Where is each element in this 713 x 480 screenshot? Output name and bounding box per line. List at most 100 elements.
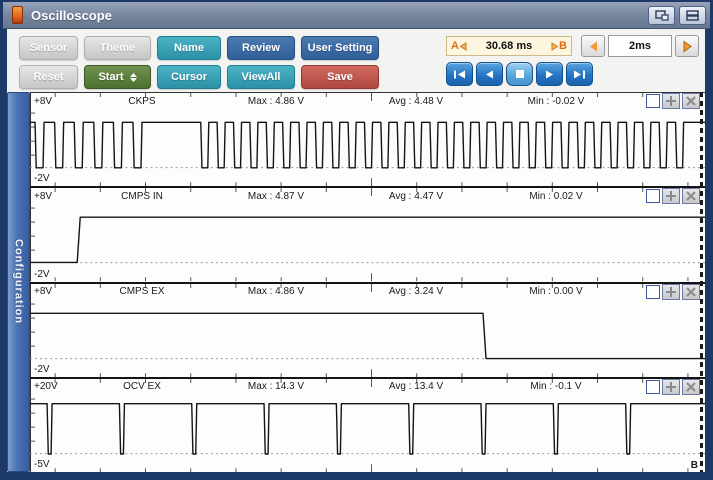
oscilloscope-window: Oscilloscope Sensor Theme Name Review Us… [0,0,713,480]
channel-controls [626,188,705,205]
triangle-left-icon [459,41,467,51]
timebase-selector: 2ms [581,35,699,57]
channel-vmin-label: -5V [34,459,50,470]
channel-zoom-button[interactable] [662,283,680,300]
toolbar-button-grid: Sensor Theme Name Review User Setting Re… [19,36,379,89]
save-button[interactable]: Save [301,65,379,89]
timebase-decrease-button[interactable] [581,35,605,57]
plus-icon [666,96,676,106]
cursor-b-marker: B [690,460,698,471]
ab-time-readout: A 30.68 ms B [446,36,572,56]
start-button[interactable]: Start [84,65,151,89]
stop-button[interactable] [506,62,533,86]
review-button[interactable]: Review [227,36,295,60]
channel-close-button[interactable] [682,93,700,109]
channel-name: OCV EX [123,381,161,393]
user-setting-button[interactable]: User Setting [301,36,379,60]
skip-end-icon [574,70,585,78]
plus-icon [666,286,676,297]
channel-name: CMPS IN [121,190,163,202]
channel-max-stat: Max : 14.3 V [247,381,305,393]
channel-max-stat: Max : 4.86 V [247,95,305,107]
plus-icon [666,381,676,392]
timebase-increase-button[interactable] [675,35,699,57]
title-bar: Oscilloscope [3,2,710,29]
channel-select-checkbox[interactable] [646,284,660,299]
playback-controls [446,62,699,86]
channel-min-stat: Min : 0.00 V [529,286,583,297]
channel-min-stat: Min : -0.02 V [527,95,585,107]
channel-controls [626,378,705,395]
channel-vmax-label: +20V [34,381,58,393]
viewall-button[interactable]: ViewAll [227,65,295,89]
channel-vmin-label: -2V [34,268,50,280]
channel-panel-cmps-in: +8V CMPS IN Max : 4.87 V Avg : 4.47 V Mi… [30,186,705,282]
forward-icon [546,70,553,78]
sensor-button[interactable]: Sensor [19,36,78,60]
name-button[interactable]: Name [157,36,221,60]
restore-window-button[interactable] [648,5,675,25]
configuration-tab-label: Configuration [12,239,25,325]
channel-panel-ocv-ex: +20V OCV EX Max : 14.3 V Avg : 13.4 V Mi… [30,376,705,472]
channel-close-button[interactable] [682,378,700,395]
cursor-b-line[interactable] [700,92,703,472]
skip-to-end-button[interactable] [566,62,593,86]
configuration-tab[interactable]: Configuration [7,92,30,472]
channel-select-checkbox[interactable] [646,379,660,394]
channel-select-checkbox[interactable] [646,94,660,108]
time-controls-row: A 30.68 ms B 2ms [446,35,699,57]
close-icon [686,191,696,201]
channel-close-button[interactable] [682,188,700,205]
channel-vmax-label: +8V [34,286,53,297]
spinner-arrows-icon [129,72,137,82]
theme-button[interactable]: Theme [84,36,151,60]
channel-min-stat: Min : -0.1 V [530,381,582,393]
close-icon [686,382,696,392]
channel-avg-stat: Avg : 4.48 V [388,95,444,107]
channel-panel-ckps: +8V CKPS Max : 4.86 V Avg : 4.48 V Min :… [30,92,705,187]
channel-zoom-button[interactable] [662,188,680,205]
window-title: Oscilloscope [31,7,112,23]
channel-min-stat: Min : 0.02 V [529,190,583,202]
orange-arrow-right-icon [683,40,692,52]
channel-controls [626,93,705,109]
channel-header: +8V CMPS EX Max : 4.86 V Avg : 3.24 V Mi… [30,283,705,300]
plus-icon [666,191,676,202]
channel-controls [626,283,705,300]
orange-arrow-left-icon [589,41,597,51]
channel-vmin-label: -2V [34,363,50,375]
ab-time-value: 30.68 ms [485,40,533,52]
channel-stack: +8V CKPS Max : 4.86 V Avg : 4.48 V Min :… [30,92,705,472]
channel-vmax-label: +8V [34,95,53,107]
minimize-window-button[interactable] [679,5,706,25]
channel-vmax-label: +8V [34,190,53,202]
channel-close-button[interactable] [682,283,700,300]
toolbar-right-controls: A 30.68 ms B 2ms [446,35,699,86]
channel-select-checkbox[interactable] [646,189,660,204]
channel-avg-stat: Avg : 13.4 V [388,381,444,393]
reset-button[interactable]: Reset [19,65,78,89]
channel-name: CKPS [128,95,156,107]
channel-zoom-button[interactable] [662,93,680,109]
close-icon [686,286,696,297]
channel-panel-cmps-ex: +8V CMPS EX Max : 4.86 V Avg : 3.24 V Mi… [30,281,705,377]
step-forward-button[interactable] [536,62,563,86]
toolbar: Sensor Theme Name Review User Setting Re… [7,29,705,93]
back-icon [486,70,493,78]
channel-name: CMPS EX [119,286,165,297]
triangle-right-icon [551,41,559,51]
toolbar-row-2: Reset Start Cursor ViewAll Save [19,65,379,89]
step-back-button[interactable] [476,62,503,86]
channel-vmin-label: -2V [34,173,50,185]
close-icon [686,96,696,106]
channel-zoom-button[interactable] [662,378,680,395]
channel-avg-stat: Avg : 3.24 V [388,286,444,297]
cursor-button[interactable]: Cursor [157,65,221,89]
channel-header: +8V CKPS Max : 4.86 V Avg : 4.48 V Min :… [30,93,705,109]
channel-max-stat: Max : 4.87 V [247,190,305,202]
channel-max-stat: Max : 4.86 V [247,286,305,297]
scope-area: Configuration +8V CKPS Max : 4.86 V Avg … [7,92,705,472]
skip-to-start-button[interactable] [446,62,473,86]
channel-header: +8V CMPS IN Max : 4.87 V Avg : 4.47 V Mi… [30,188,705,205]
restore-icon [654,9,669,21]
